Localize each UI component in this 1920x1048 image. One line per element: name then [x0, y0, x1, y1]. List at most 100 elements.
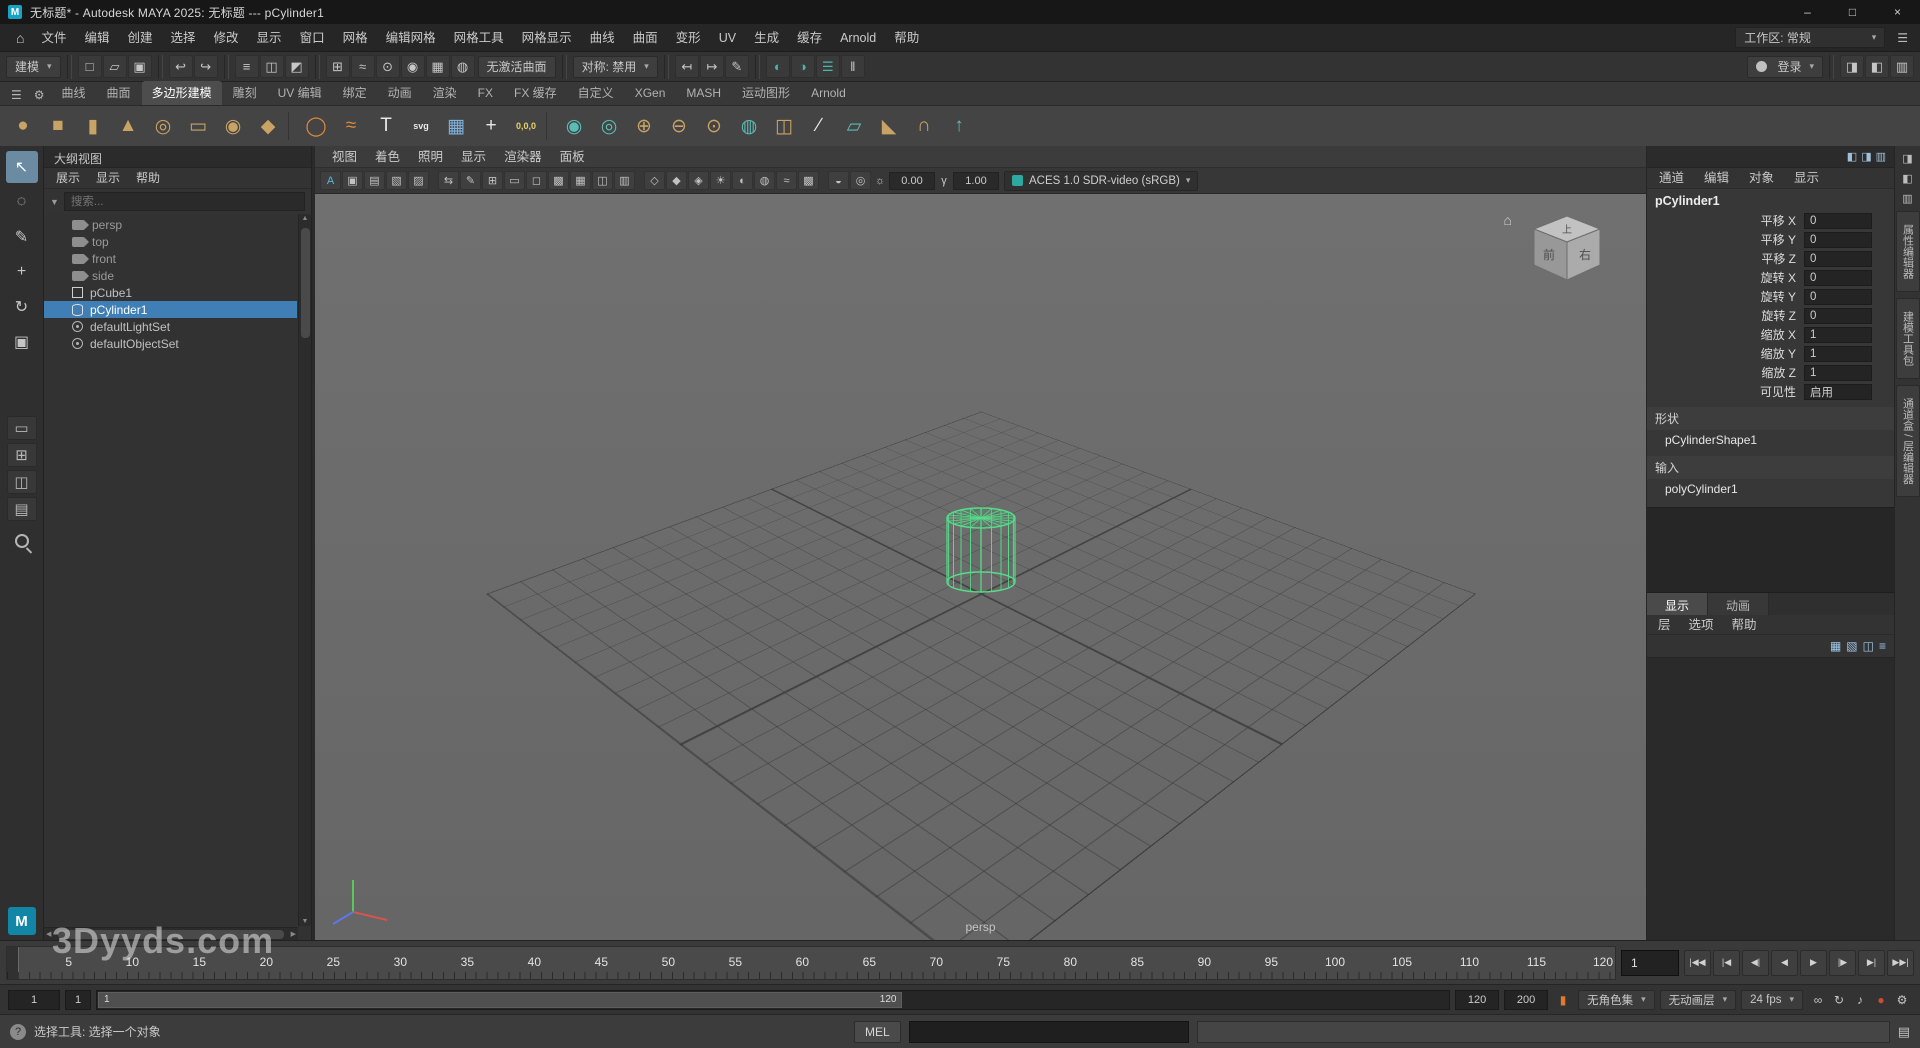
shelf-tab[interactable]: 多边形建模: [142, 81, 222, 105]
channel-label[interactable]: 旋转 X: [1647, 269, 1804, 286]
live-surface-selector[interactable]: 无激活曲面: [478, 56, 556, 78]
viewport-display-icon[interactable]: [820, 171, 827, 190]
workspace-selector[interactable]: 工作区: 常规 ▾: [1735, 27, 1885, 48]
viewport-display-icon[interactable]: ◍: [754, 171, 775, 190]
panel-toggle-icon[interactable]: ◨: [1840, 55, 1864, 78]
selection-mask-icon[interactable]: ◩: [285, 55, 309, 78]
channel-value-field[interactable]: 1: [1804, 327, 1872, 343]
shelf-tab[interactable]: 渲染: [423, 81, 467, 105]
playback-button[interactable]: |▶: [1829, 950, 1856, 976]
channel-value-field[interactable]: 1: [1804, 346, 1872, 362]
channelbox-header-icon[interactable]: ◨: [1861, 150, 1871, 163]
snap-icon[interactable]: ≈: [351, 55, 375, 78]
filter-icon[interactable]: ▼: [50, 197, 59, 207]
viewport-display-icon[interactable]: ▭: [504, 171, 525, 190]
shelf-tool-icon[interactable]: ◣: [872, 109, 906, 143]
shelf-tab[interactable]: FX: [468, 83, 503, 104]
tool-button[interactable]: +: [6, 256, 38, 288]
channel-value-field[interactable]: 0: [1804, 232, 1872, 248]
shelf-tool-icon[interactable]: ◍: [732, 109, 766, 143]
construction-icon[interactable]: ↤: [675, 55, 699, 78]
menu-item[interactable]: 显示: [248, 24, 291, 52]
menu-item[interactable]: 选择: [162, 24, 205, 52]
menu-item[interactable]: 展示: [48, 168, 88, 188]
playback-button[interactable]: |◀: [1713, 950, 1740, 976]
tool-button[interactable]: ✎: [6, 221, 38, 253]
shelf-tab[interactable]: UV 编辑: [268, 81, 332, 105]
shelf-tool-icon[interactable]: ▦: [439, 109, 473, 143]
playback-button[interactable]: ▶|: [1858, 950, 1885, 976]
shelf-tab[interactable]: MASH: [676, 83, 731, 104]
viewport-display-icon[interactable]: ◎: [850, 171, 871, 190]
outliner-item[interactable]: top: [44, 233, 297, 250]
menu-item[interactable]: 创建: [119, 24, 162, 52]
menu-set-selector[interactable]: 建模 ▾: [6, 56, 61, 78]
channel-value-field[interactable]: 0: [1804, 251, 1872, 267]
playback-button[interactable]: ◀: [1771, 950, 1798, 976]
shelf-tab[interactable]: 动画: [378, 81, 422, 105]
statusline-separator[interactable]: [315, 55, 320, 79]
history-icon[interactable]: ↩: [169, 55, 193, 78]
layer-action-icon[interactable]: ◫: [1863, 639, 1874, 653]
channel-value-field[interactable]: 0: [1804, 270, 1872, 286]
gamma-icon[interactable]: γ: [936, 175, 952, 187]
outliner-item[interactable]: persp: [44, 216, 297, 233]
statusline-separator[interactable]: [755, 55, 760, 79]
viewport-display-icon[interactable]: ▧: [386, 171, 407, 190]
tool-button[interactable]: ↻: [6, 291, 38, 323]
shape-node-name[interactable]: pCylinderShape1: [1647, 430, 1894, 450]
view-cube[interactable]: 上 前 右: [1522, 210, 1612, 294]
menu-item[interactable]: 着色: [366, 146, 409, 168]
maximize-button[interactable]: □: [1830, 0, 1875, 24]
outliner-item[interactable]: defaultObjectSet: [44, 335, 297, 352]
animation-start-field[interactable]: 1: [8, 990, 60, 1010]
outliner-item[interactable]: pCylinder1: [44, 301, 297, 318]
viewport-display-icon[interactable]: ▣: [342, 171, 363, 190]
shelf-tool-icon[interactable]: ↑: [942, 109, 976, 143]
layer-list[interactable]: [1647, 657, 1894, 940]
shelf-tab[interactable]: 曲面: [97, 81, 141, 105]
menu-item[interactable]: 帮助: [128, 168, 168, 188]
viewport-display-icon[interactable]: ◈: [688, 171, 709, 190]
snap-icon[interactable]: ⊞: [326, 55, 350, 78]
shelf-tool-icon[interactable]: [288, 112, 296, 140]
shelf-tool-icon[interactable]: [546, 112, 554, 140]
outliner-horizontal-scrollbar[interactable]: ◀▶: [44, 927, 298, 940]
dock-tab[interactable]: 属性编辑器: [1896, 211, 1920, 292]
shelf-tool-icon[interactable]: +: [474, 109, 508, 143]
playback-option-icon[interactable]: ∞: [1808, 990, 1828, 1010]
shelf-tab[interactable]: 雕刻: [223, 81, 267, 105]
menu-item[interactable]: 显示: [452, 146, 495, 168]
outliner-item[interactable]: defaultLightSet: [44, 318, 297, 335]
layer-editor-tab[interactable]: 动画: [1708, 593, 1769, 615]
shelf-tool-icon[interactable]: ≈: [334, 109, 368, 143]
shelf-tool-icon[interactable]: ▲: [111, 109, 145, 143]
render-icon[interactable]: ◑: [791, 55, 815, 78]
menu-item[interactable]: 曲面: [624, 24, 667, 52]
snap-icon[interactable]: ◍: [451, 55, 475, 78]
layout-button[interactable]: ◫: [7, 470, 37, 494]
shelf-tool-icon[interactable]: ∕: [802, 109, 836, 143]
construction-icon[interactable]: ✎: [725, 55, 749, 78]
channel-label[interactable]: 旋转 Z: [1647, 307, 1804, 324]
menu-item[interactable]: 网格显示: [513, 24, 581, 52]
outliner-search-input[interactable]: [64, 192, 305, 211]
file-icon[interactable]: ▱: [103, 55, 127, 78]
menu-item[interactable]: 编辑: [1694, 168, 1739, 188]
viewport-display-icon[interactable]: [636, 171, 643, 190]
playback-button[interactable]: ▶: [1800, 950, 1827, 976]
application-home-icon[interactable]: ⌂: [8, 30, 32, 46]
channel-label[interactable]: 缩放 Y: [1647, 345, 1804, 362]
menu-item[interactable]: 对象: [1739, 168, 1784, 188]
shelf-tool-icon[interactable]: ◯: [299, 109, 333, 143]
menu-item[interactable]: Arnold: [831, 24, 885, 52]
minimize-button[interactable]: –: [1785, 0, 1830, 24]
script-output-field[interactable]: [1197, 1021, 1890, 1043]
menu-item[interactable]: 修改: [205, 24, 248, 52]
viewcube-home-icon[interactable]: ⌂: [1504, 212, 1512, 228]
render-icon[interactable]: ☰: [816, 55, 840, 78]
symmetry-selector[interactable]: 对称: 禁用 ▾: [573, 56, 658, 78]
current-time-marker[interactable]: [7, 947, 19, 979]
tool-button[interactable]: ▣: [6, 326, 38, 358]
gamma-field[interactable]: 1.00: [953, 172, 999, 190]
